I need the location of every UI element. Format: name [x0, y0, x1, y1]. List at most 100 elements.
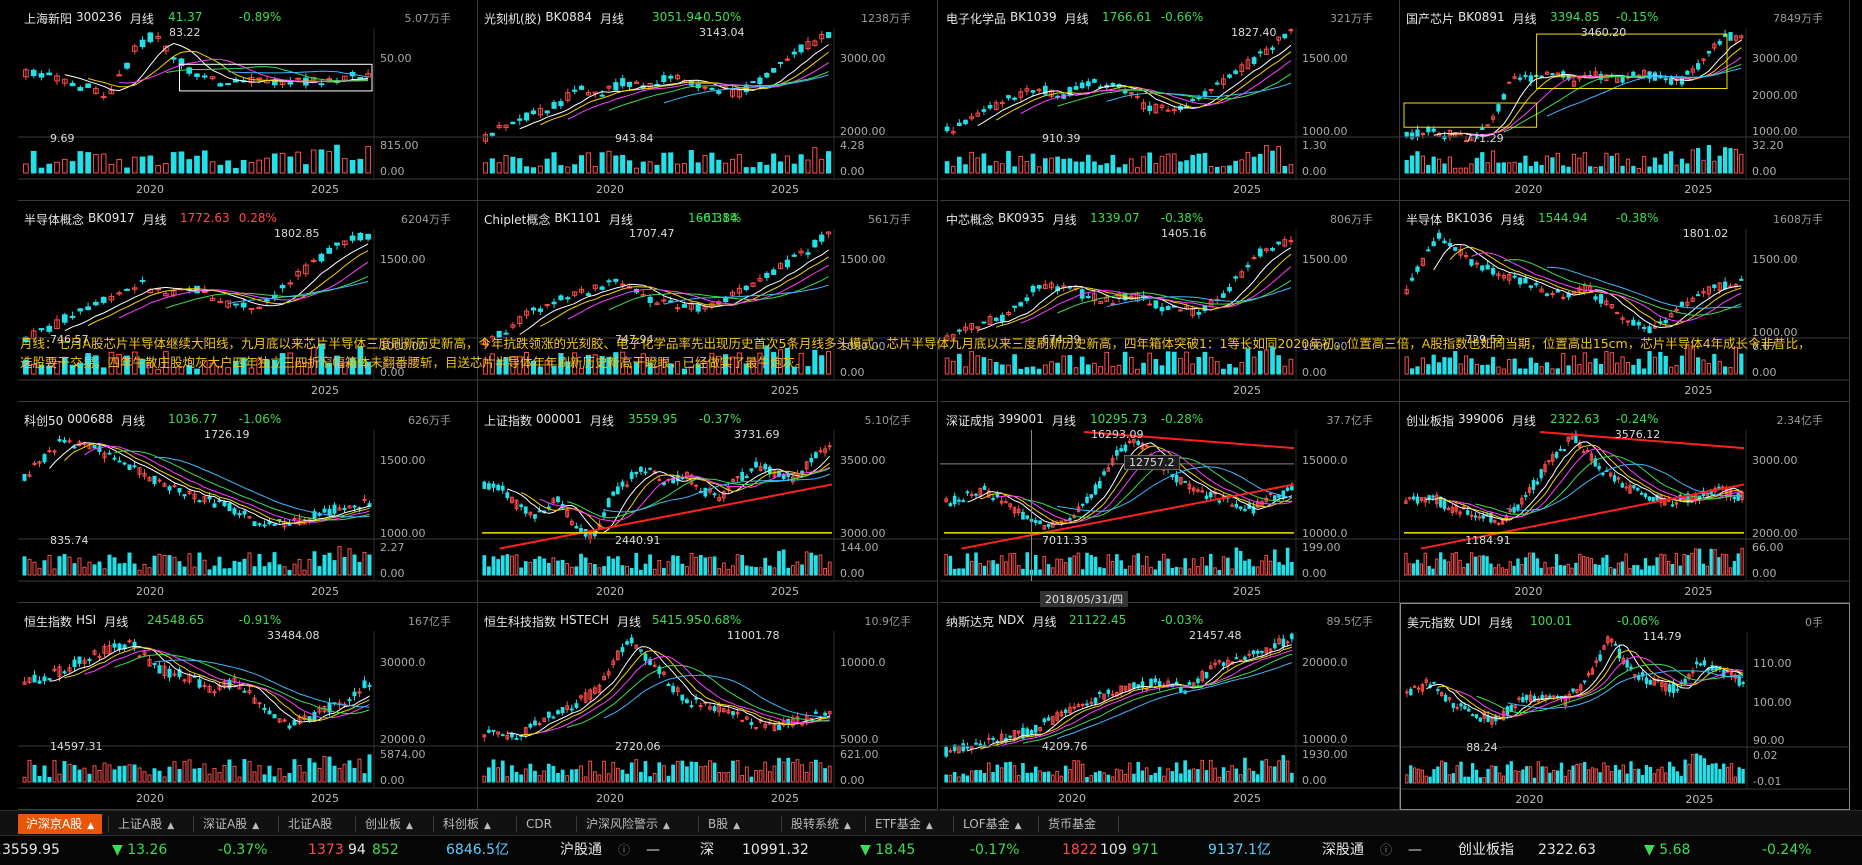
chart-panel-bk0884[interactable]: 光刻机(胶) BK0884 月线 3051.94 -0.50% 1238万手 3000.00…	[478, 0, 938, 201]
volume-bar	[758, 769, 763, 783]
tab-2[interactable]: 深证A股 ▲	[195, 814, 267, 834]
candle-body	[585, 293, 591, 296]
candle-body	[1593, 296, 1598, 300]
tab-1[interactable]: 上证A股 ▲	[110, 814, 182, 834]
candle-body	[1631, 71, 1636, 77]
help-icon[interactable]: ⓘ	[618, 836, 630, 865]
hgt-label[interactable]: 沪股通	[560, 836, 602, 865]
tab-0[interactable]: 沪深京A股 ▲	[18, 814, 103, 834]
candle-body	[546, 711, 551, 718]
candle-body	[264, 299, 270, 302]
volume-bar	[680, 563, 685, 576]
tab-8[interactable]: B股 ▲	[700, 814, 748, 834]
candle-body	[1255, 650, 1260, 654]
chart-panel-udi[interactable]: 美元指数 UDI 月线 100.01 -0.06% 0手 110.00 100.00 90.00…	[1400, 603, 1851, 810]
chart-panel-399001[interactable]: 深证成指 399001 月线 10295.73 -0.28% 37.7亿手 15000.0 1…	[940, 402, 1400, 603]
volume-bar	[805, 366, 811, 375]
chart-panel-000001[interactable]: 上证指数 000001 月线 3559.95 -0.37% 5.10亿手 3500.00 30…	[478, 402, 938, 603]
volume-bar	[108, 351, 115, 375]
volume-bar	[503, 155, 509, 174]
candle-body	[965, 491, 970, 494]
volume-bar	[1539, 366, 1544, 375]
candle-body	[310, 259, 317, 262]
kline-chart[interactable]	[18, 0, 478, 201]
kline-chart[interactable]	[18, 201, 478, 402]
volume-bar	[1663, 355, 1668, 375]
volume-bar	[1221, 767, 1226, 783]
volume-bar	[242, 759, 247, 783]
volume-bar	[1602, 762, 1606, 784]
chart-panel-300236[interactable]: 上海新阳 300236 月线 41.37 -0.89% 5.07万手 50.00 815.00…	[18, 0, 478, 201]
volume-bar	[1633, 769, 1637, 784]
chart-panel-ndx[interactable]: 纳斯达克 NDX 月线 21122.45 -0.03% 89.5亿手 20000.0 1000…	[940, 603, 1400, 810]
kline-chart[interactable]	[478, 603, 938, 810]
candle-body	[1243, 508, 1247, 511]
candle-body	[1620, 483, 1624, 488]
volume-bar	[729, 356, 736, 375]
chart-panel-bk1101[interactable]: Chiplet概念 BK1101 月线 1661.84 -0.31% 561万手 1500.…	[478, 201, 938, 402]
candle-body	[292, 720, 297, 726]
volume-bar	[1453, 351, 1458, 375]
volume-bar	[1432, 769, 1436, 784]
volume-bar	[1247, 768, 1251, 783]
volume-bar	[652, 568, 657, 576]
chart-panel-bk0891[interactable]: 国产芯片 BK0891 月线 3394.85 -0.15% 7849万手 3000.00 20…	[1400, 0, 1850, 201]
tab-12[interactable]: 货币基金	[1040, 814, 1104, 834]
volume-bar	[1165, 351, 1171, 375]
volume-bar	[1451, 773, 1455, 784]
chart-panel-000688[interactable]: 科创50 000688 月线 1036.77 -1.06% 626万手 1500.00 100…	[18, 402, 478, 603]
kline-chart[interactable]	[940, 0, 1400, 201]
tab-4[interactable]: 创业板 ▲	[357, 814, 421, 834]
help-icon-2[interactable]: ⓘ	[1380, 836, 1392, 865]
kline-chart[interactable]	[18, 603, 478, 810]
chart-panel-hsi[interactable]: 恒生指数 HSI 月线 24548.65 -0.91% 167亿手 30000.0 20000…	[18, 603, 478, 810]
volume-bar	[1431, 354, 1436, 375]
chart-panel-bk0917[interactable]: 半导体概念 BK0917 月线 1772.63 0.28% 6204万手 1500.00 10…	[18, 201, 478, 402]
candle-body	[1415, 496, 1420, 504]
volume-bar	[1442, 163, 1447, 174]
tab-5[interactable]: 科创板 ▲	[435, 814, 499, 834]
chart-panel-399006[interactable]: 创业板指 399006 月线 2322.63 -0.24% 2.34亿手 3000.00 20…	[1400, 402, 1850, 603]
tab-6[interactable]: CDR	[518, 814, 560, 834]
volume-bar	[1024, 367, 1030, 375]
volume-bar	[1598, 166, 1604, 174]
y-tick-label: 2000.00	[1752, 526, 1798, 540]
volume-bar	[132, 764, 137, 783]
volume-bar	[1561, 165, 1566, 174]
sz-up-count: 1822	[1062, 842, 1098, 858]
kline-chart[interactable]	[940, 402, 1400, 603]
kline-chart[interactable]	[940, 603, 1400, 810]
chart-panel-bk1039[interactable]: 电子化学品 BK1039 月线 1766.61 -0.66% 321万手 1500.00 10…	[940, 0, 1400, 201]
tab-7[interactable]: 沪深风险警示 ▲	[578, 814, 678, 834]
volume-bar	[1405, 774, 1409, 784]
tab-11[interactable]: LOF基金 ▲	[955, 814, 1030, 834]
volume-bar	[1085, 552, 1089, 576]
high-price-label: 1707.47	[629, 227, 675, 240]
chart-panel-hstech[interactable]: 恒生科技指数 HSTECH 月线 5415.95 -0.68% 10.9亿手 10000.0…	[478, 603, 938, 810]
candle-body	[1624, 486, 1628, 489]
tab-3[interactable]: 北证A股	[280, 814, 340, 834]
volume-bar	[1571, 153, 1577, 174]
candle-body	[1728, 285, 1733, 288]
chart-panel-bk0935[interactable]: 中芯概念 BK0935 月线 1339.07 -0.38% 806万手 1500.00 100…	[940, 201, 1400, 402]
volume-bar	[1728, 567, 1733, 576]
tab-10[interactable]: ETF基金 ▲	[867, 814, 941, 834]
candle-body	[823, 712, 827, 716]
candle-body	[1030, 285, 1036, 293]
candle-body	[67, 440, 72, 443]
volume-bar	[675, 361, 681, 375]
kline-chart[interactable]	[478, 402, 938, 603]
sgt-label[interactable]: 深股通	[1322, 836, 1364, 865]
volume-bar	[1647, 166, 1652, 174]
volume-bar	[100, 367, 107, 375]
chart-panel-bk1036[interactable]: 半导体 BK1036 月线 1544.94 -0.38% 1608万手 1500.00 100…	[1400, 201, 1850, 402]
kline-chart[interactable]	[478, 201, 938, 402]
kline-chart[interactable]	[1400, 201, 1850, 402]
candle-body	[1089, 494, 1094, 499]
volume-bar	[131, 156, 138, 174]
volume-bar	[1486, 768, 1490, 784]
candle-body	[287, 725, 292, 729]
tab-9[interactable]: 股转系统 ▲	[783, 814, 859, 834]
volume-bar	[1144, 767, 1149, 783]
volume-bar	[256, 159, 263, 174]
